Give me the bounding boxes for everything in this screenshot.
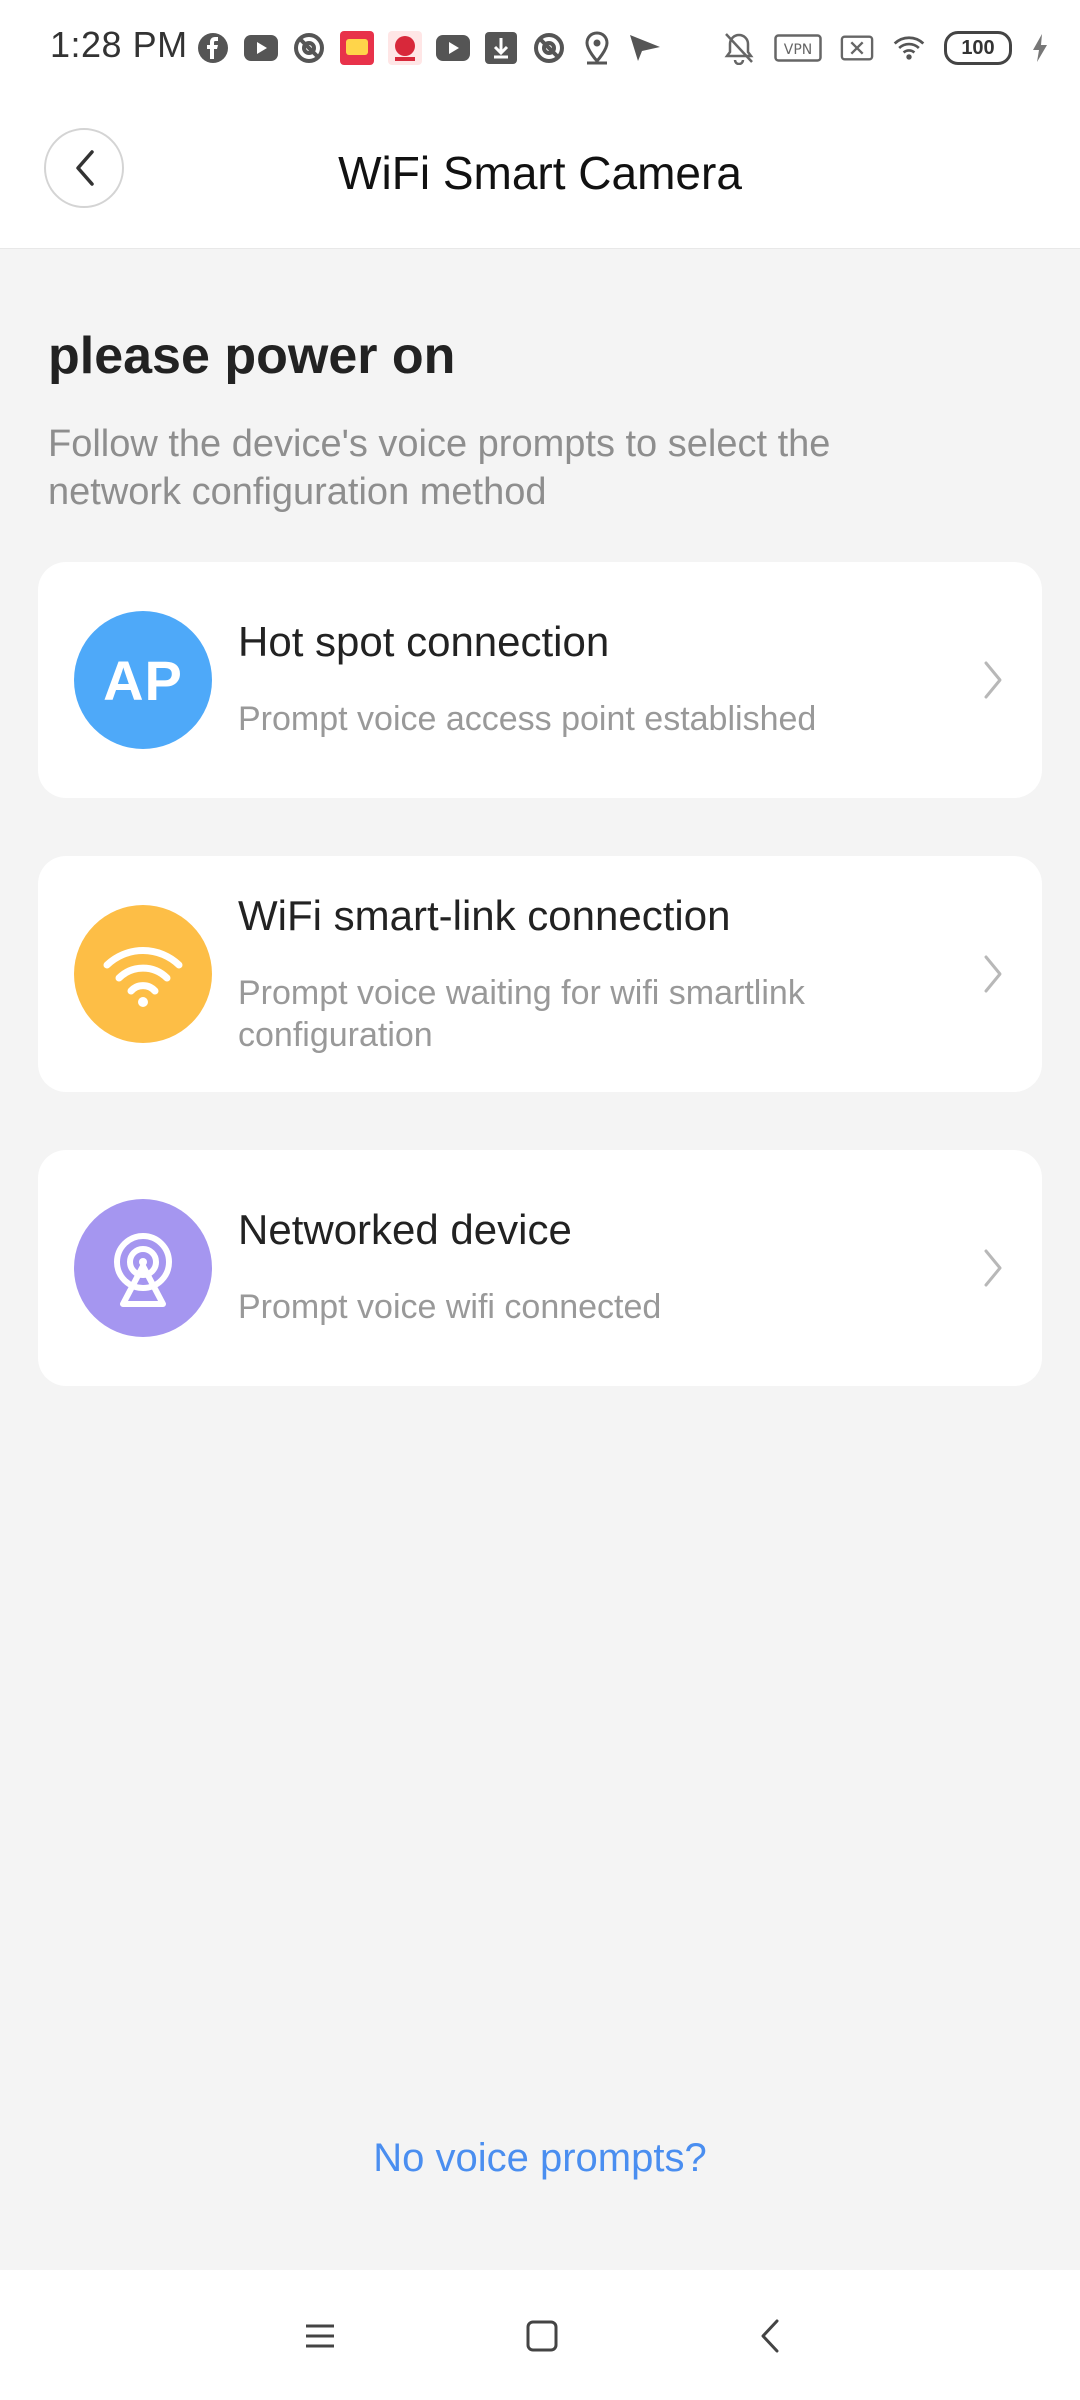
status-time: 1:28 PM [50, 24, 188, 65]
broadcast-tower-icon [74, 1199, 212, 1337]
youtube-icon [244, 31, 278, 65]
option-description: Prompt voice wifi connected [238, 1288, 662, 1326]
ap-icon: AP [74, 611, 212, 749]
option-description: Prompt voice access point established [238, 700, 817, 738]
facebook-icon [196, 31, 230, 65]
chevron-right-icon [984, 661, 1002, 699]
home-icon [526, 2320, 558, 2352]
battery-icon: 100 [944, 31, 1012, 65]
hotspot-connection-option[interactable]: AP Hot spot connection Prompt voice acce… [38, 562, 1042, 798]
page-title: WiFi Smart Camera [338, 147, 742, 199]
app-badge-icon [340, 31, 374, 65]
power-on-heading: please power on [48, 327, 456, 385]
smartlink-connection-option[interactable]: WiFi smart-link connection Prompt voice … [38, 856, 1042, 1092]
instruction-text: Follow the device's voice prompts to sel… [48, 423, 831, 513]
location-icon [580, 31, 614, 65]
option-description: Prompt voice waiting for wifi smartlink … [238, 974, 805, 1054]
option-title: Networked device [238, 1206, 572, 1253]
wifi-icon [892, 31, 926, 65]
sim-off-icon [840, 31, 874, 65]
vpn-icon: VPN [774, 31, 822, 65]
back-nav-button[interactable] [740, 2308, 800, 2364]
app-badge-icon [388, 31, 422, 65]
no-voice-prompts-link[interactable]: No voice prompts? [0, 2136, 1080, 2181]
ap-icon-label: AP [103, 648, 183, 712]
bell-muted-icon [722, 31, 756, 65]
chevron-right-icon [984, 1249, 1002, 1287]
youtube-icon [436, 31, 470, 65]
notification-icons [196, 28, 662, 68]
option-title: WiFi smart-link connection [238, 892, 731, 939]
battery-level: 100 [961, 36, 995, 59]
menu-button[interactable] [290, 2308, 350, 2364]
charging-icon [1030, 31, 1050, 65]
option-title: Hot spot connection [238, 618, 610, 665]
download-icon [484, 31, 518, 65]
networked-device-option[interactable]: Networked device Prompt voice wifi conne… [38, 1150, 1042, 1386]
app-header: WiFi Smart Camera [0, 96, 1080, 249]
system-nav-bar [0, 2270, 1080, 2400]
at-sign-icon [292, 31, 326, 65]
svg-text:VPN: VPN [784, 42, 813, 58]
send-icon [628, 31, 662, 65]
status-bar: 1:28 PM VPN 100 [0, 0, 1080, 96]
menu-icon [306, 2324, 334, 2348]
chevron-right-icon [984, 955, 1002, 993]
wifi-icon [74, 905, 212, 1043]
at-sign-icon [532, 31, 566, 65]
system-icons: VPN 100 [722, 28, 1050, 68]
back-icon [761, 2319, 779, 2353]
home-button[interactable] [512, 2308, 572, 2364]
